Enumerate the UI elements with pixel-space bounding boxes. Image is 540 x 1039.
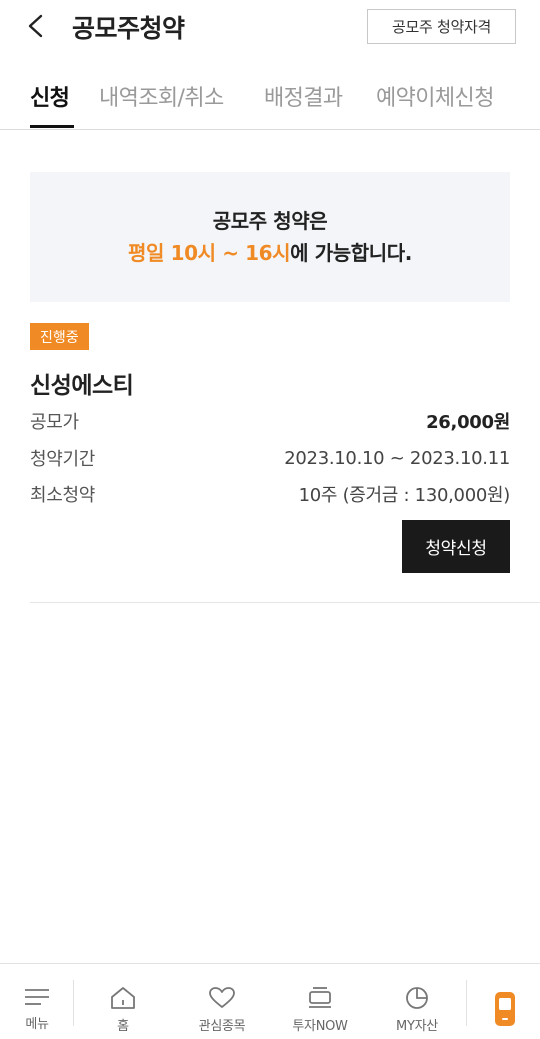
page-title: 공모주청약 [72,14,185,43]
card-divider [30,602,540,603]
subscription-period-value: 2023.10.10 ~ 2023.10.11 [284,447,510,469]
nav-home[interactable]: 홈 [92,964,154,1039]
pie-chart-icon [406,987,428,1009]
menu-icon [25,989,49,1005]
back-button[interactable] [22,10,52,42]
nav-my-assets-label: MY자산 [396,1019,438,1034]
offering-price-value: 26,000원 [426,412,510,433]
nav-my-assets[interactable]: MY자산 [384,964,450,1039]
tab-allocation-result[interactable]: 배정결과 [264,80,343,112]
nav-invest-now[interactable]: 투자NOW [282,964,358,1039]
nav-separator [73,980,74,1026]
offering-price-label: 공모가 [30,412,79,433]
page: 공모주청약 공모주 청약자격 신청 내역조회/취소 배정결과 예약이체신청 공모… [0,0,540,1039]
minimum-subscription-value: 10주 (증거금 : 130,000원) [298,485,511,506]
subscription-period-row: 청약기간 2023.10.10 ~ 2023.10.11 [30,443,510,473]
notice-line-2-rest: 에 가능합니다. [290,241,412,265]
tab-scheduled-transfer[interactable]: 예약이체신청 [376,80,494,112]
tab-bar: 신청 내역조회/취소 배정결과 예약이체신청 [0,72,540,130]
nav-home-label: 홈 [117,1019,129,1034]
qualification-button[interactable]: 공모주 청약자격 [367,9,516,44]
nav-separator [466,980,467,1026]
chevron-left-icon [28,14,43,38]
phone-icon [495,992,515,1026]
home-icon [111,987,135,1009]
notice-line-1: 공모주 청약은 [212,209,328,233]
nav-menu-label: 메뉴 [25,1017,49,1032]
notice-line-2: 평일 10시 ~ 16시에 가능합니다. [128,237,412,269]
now-icon [309,987,331,1008]
tab-history-cancel[interactable]: 내역조회/취소 [99,80,224,112]
notice-box: 공모주 청약은 평일 10시 ~ 16시에 가능합니다. [30,172,510,302]
active-tab-indicator [30,125,74,128]
minimum-subscription-label: 최소청약 [30,485,96,506]
subscription-period-label: 청약기간 [30,449,96,470]
heart-icon [209,987,235,1008]
bottom-nav: 메뉴 홈 관심종목 투자NOW MY자산 [0,963,540,1039]
header: 공모주청약 공모주 청약자격 [0,0,540,54]
tab-apply[interactable]: 신청 [30,80,70,112]
offering-price-row: 공모가 26,000원 [30,406,510,436]
apply-button[interactable]: 청약신청 [402,520,510,573]
nav-watchlist[interactable]: 관심종목 [184,964,260,1039]
status-badge: 진행중 [30,323,89,350]
nav-menu[interactable]: 메뉴 [14,964,60,1039]
nav-phone[interactable] [484,964,526,1039]
nav-invest-now-label: 투자NOW [292,1019,348,1034]
stock-name: 신성에스티 [30,373,134,399]
notice-hours: 평일 10시 ~ 16시 [128,241,291,265]
minimum-subscription-row: 최소청약 10주 (증거금 : 130,000원) [30,479,510,509]
nav-watchlist-label: 관심종목 [198,1019,246,1034]
